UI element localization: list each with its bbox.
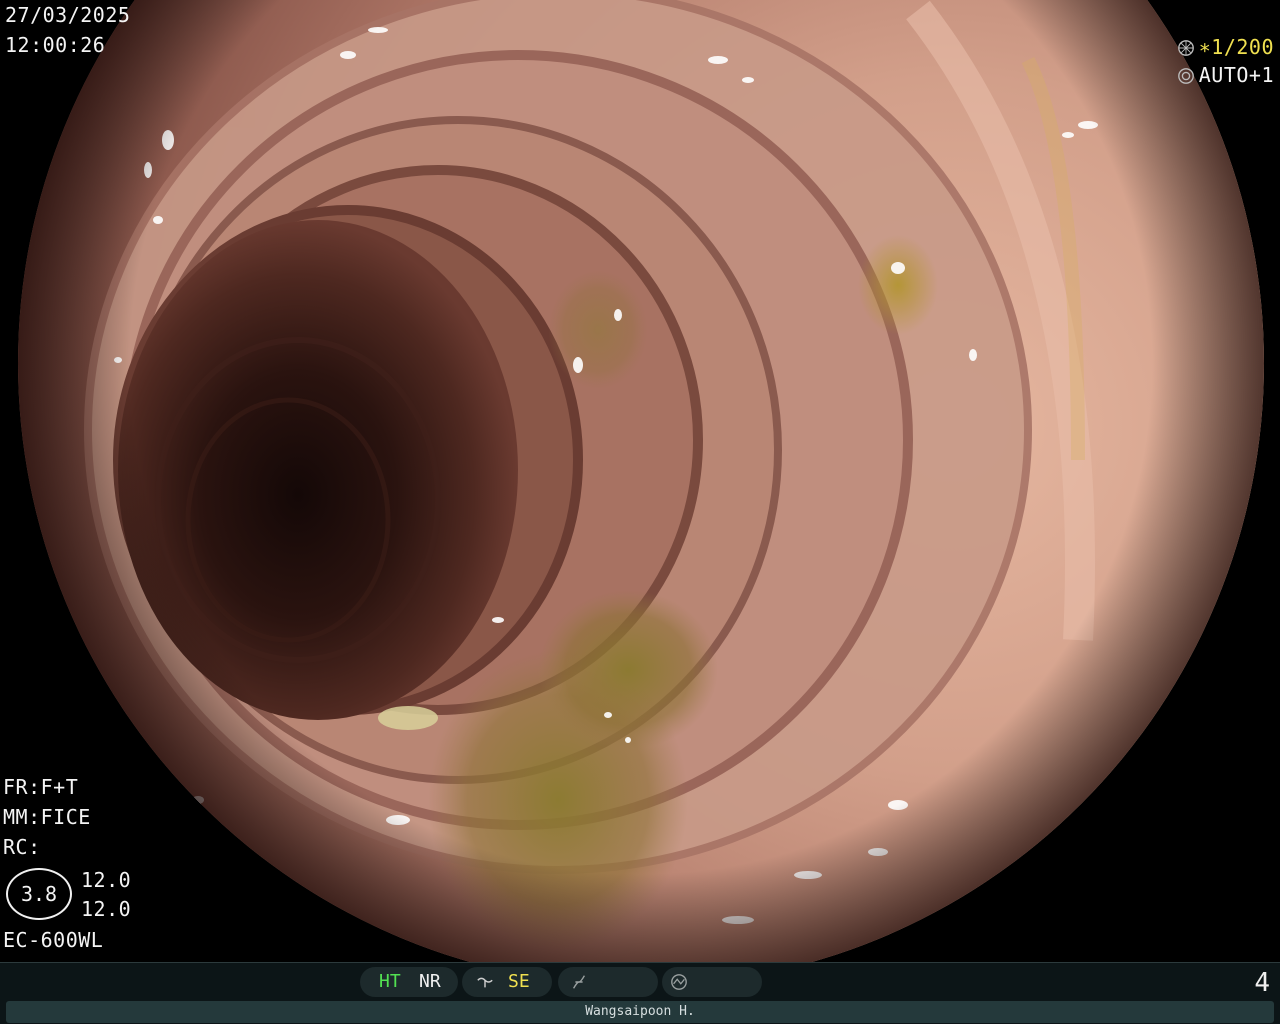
iris-mode: AUTO+1 (1198, 63, 1274, 87)
shutter-icon (1177, 40, 1194, 56)
exam-date: 27/03/2025 (5, 3, 131, 27)
structure-pill (558, 967, 658, 997)
scope-model: EC-600WL (3, 928, 104, 952)
exam-time: 12:00:26 (5, 33, 106, 57)
shutter-speed: ∗1/200 (1198, 35, 1274, 59)
nr-indicator: NR (419, 971, 441, 992)
setting-value-1: 12.0 (81, 868, 132, 892)
imaging-mode: MM:FICE (3, 805, 91, 829)
enhance-pill: SE (462, 967, 552, 997)
endoscopy-screen: 27/03/2025 12:00:26 ∗1/200 AUTO+1 FR:F+T… (0, 0, 1280, 1024)
se-indicator: SE (508, 971, 530, 992)
frame-number: 4 (1254, 968, 1270, 998)
processing-pill: HT NR (360, 967, 458, 997)
zoom-badge: 3.8 (6, 868, 72, 920)
operator-name: Wangsaipoon H. (6, 1001, 1274, 1023)
structure-icon (572, 975, 586, 989)
iris-icon (1177, 68, 1194, 84)
colon-lumen-image (18, 0, 1264, 962)
enhance-icon (477, 977, 493, 988)
ht-indicator: HT (379, 971, 401, 992)
endoscopic-view (0, 0, 1280, 962)
iris-mode-row: AUTO+1 (1177, 64, 1274, 86)
color-pill (662, 967, 762, 997)
setting-value-2: 12.0 (81, 897, 132, 921)
colon-lumen-drawing (18, 0, 1264, 962)
recording-status: RC: (3, 835, 41, 859)
color-icon (671, 974, 687, 990)
shutter-speed-row: ∗1/200 (1177, 36, 1274, 58)
freeze-mode: FR:F+T (3, 775, 79, 799)
status-bar: HT NR SE 4 Wangsaipoon H. (0, 962, 1280, 1024)
